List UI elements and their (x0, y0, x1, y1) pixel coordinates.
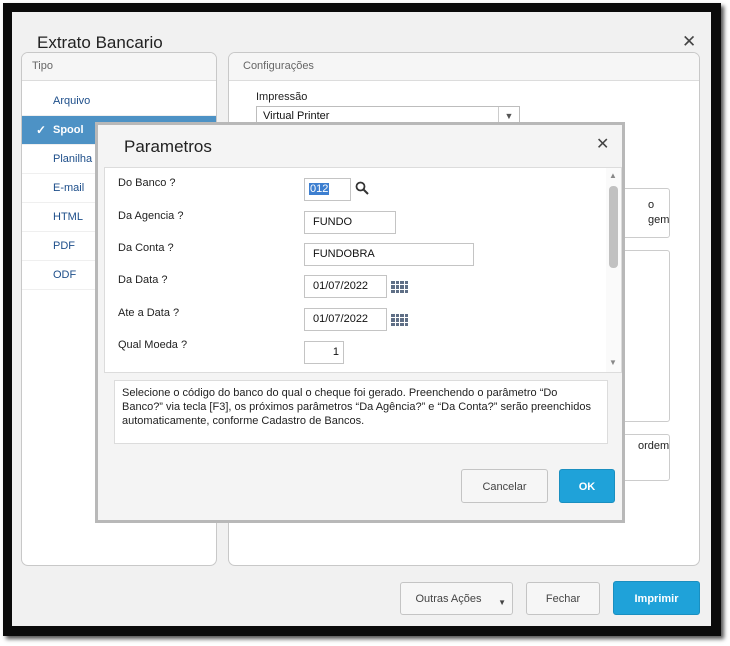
window-title: Extrato Bancario (37, 33, 163, 52)
help-text: Selecione o código do banco do qual o ch… (114, 380, 608, 444)
imprimir-button[interactable]: Imprimir (613, 581, 700, 615)
fechar-button[interactable]: Fechar (526, 582, 600, 615)
impressao-value: Virtual Printer (263, 110, 330, 122)
scroll-up-icon[interactable]: ▲ (609, 171, 617, 180)
ate-a-data-input[interactable]: 01/07/2022 (304, 308, 387, 331)
ok-button[interactable]: OK (559, 469, 615, 503)
scroll-down-icon[interactable]: ▼ (609, 358, 617, 367)
window-close-icon[interactable]: ✕ (682, 32, 696, 52)
tipo-item-arquivo[interactable]: Arquivo (22, 87, 216, 116)
parameters-list: Do Banco ? 012 Da Agencia ? FUNDO Da Con… (104, 167, 622, 373)
param-label-da-conta: Da Conta ? (118, 242, 174, 254)
da-data-input[interactable]: 01/07/2022 (304, 275, 387, 298)
qual-moeda-input[interactable]: 1 (304, 341, 344, 364)
partial-label-1: o (648, 199, 655, 211)
cancelar-button[interactable]: Cancelar (461, 469, 548, 503)
tipo-item-label: Planilha (53, 153, 93, 165)
param-label-da-agencia: Da Agencia ? (118, 210, 184, 222)
params-scrollbar[interactable]: ▲ ▼ (606, 168, 621, 372)
partial-label-3: ordem (638, 440, 670, 452)
chevron-down-icon: ▼ (498, 598, 506, 607)
tipo-header: Tipo (22, 53, 216, 81)
tipo-item-label: PDF (53, 240, 75, 252)
parametros-dialog: Parametros ✕ Do Banco ? 012 Da Agencia ?… (95, 122, 625, 523)
calendar-icon[interactable] (391, 314, 408, 326)
tipo-item-label: HTML (53, 211, 83, 223)
do-banco-value: 012 (309, 183, 330, 195)
partial-label-2: gem (648, 214, 670, 226)
tipo-item-label: Spool (53, 124, 84, 136)
tipo-item-label: Arquivo (53, 95, 91, 107)
calendar-icon[interactable] (391, 281, 408, 293)
param-label-ate-a-data: Ate a Data ? (118, 307, 180, 319)
da-conta-input[interactable]: FUNDOBRA (304, 243, 474, 266)
dialog-close-icon[interactable]: ✕ (596, 134, 609, 154)
impressao-label: Impressão (256, 91, 308, 103)
tipo-item-label: E-mail (53, 182, 85, 194)
dialog-title: Parametros (124, 137, 212, 156)
param-label-do-banco: Do Banco ? (118, 177, 176, 189)
param-label-qual-moeda: Qual Moeda ? (118, 339, 188, 351)
config-header: Configurações (229, 53, 699, 81)
outras-acoes-label: Outras Ações (415, 593, 482, 605)
outras-acoes-button[interactable]: Outras Ações ▼ (400, 582, 513, 615)
do-banco-input[interactable]: 012 (304, 178, 351, 201)
tipo-item-label: ODF (53, 269, 77, 281)
param-label-da-data: Da Data ? (118, 274, 168, 286)
scrollbar-thumb[interactable] (609, 186, 618, 268)
search-icon[interactable] (355, 181, 369, 195)
da-agencia-input[interactable]: FUNDO (304, 211, 396, 234)
check-icon: ✓ (36, 123, 47, 137)
